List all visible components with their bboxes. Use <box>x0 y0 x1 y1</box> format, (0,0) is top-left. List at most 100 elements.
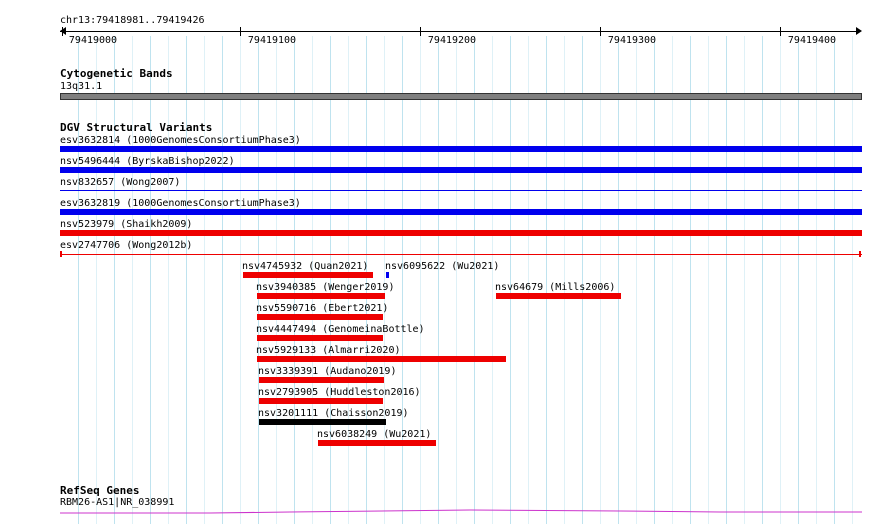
ruler-tick <box>240 27 241 36</box>
grid-line <box>708 36 709 524</box>
grid-line <box>204 36 205 524</box>
variant-label[interactable]: esv3632814 (1000GenomesConsortiumPhase3) <box>60 135 301 146</box>
variant-bar[interactable] <box>259 398 383 404</box>
grid-line <box>546 36 547 524</box>
variant-line[interactable] <box>60 254 862 255</box>
grid-line <box>780 36 781 524</box>
variant-label[interactable]: nsv5496444 (ByrskaBishop2022) <box>60 156 235 167</box>
variant-bar[interactable] <box>257 293 385 299</box>
variant-label[interactable]: nsv4745932 (Quan2021) <box>242 261 368 272</box>
variant-label[interactable]: nsv3339391 (Audano2019) <box>258 366 396 377</box>
grid-line <box>348 36 349 524</box>
grid-line <box>402 36 403 524</box>
variant-label[interactable]: nsv6038249 (Wu2021) <box>317 429 431 440</box>
variant-bar[interactable] <box>257 335 383 341</box>
grid-line <box>582 36 583 524</box>
grid-line <box>420 36 421 524</box>
grid-line <box>474 36 475 524</box>
variant-bar[interactable] <box>259 419 386 425</box>
grid-line <box>240 36 241 524</box>
gene-model-line[interactable] <box>60 507 862 515</box>
grid-line <box>654 36 655 524</box>
grid-line <box>636 36 637 524</box>
variant-bar[interactable] <box>60 167 862 173</box>
ruler-tick <box>600 27 601 36</box>
grid-line <box>834 36 835 524</box>
variant-label[interactable]: nsv832657 (Wong2007) <box>60 177 180 188</box>
grid-line <box>222 36 223 524</box>
grid-line <box>744 36 745 524</box>
ruler-tick-label: 79419300 <box>607 35 657 46</box>
grid-line <box>258 36 259 524</box>
variant-label[interactable]: nsv523979 (Shaikh2009) <box>60 219 192 230</box>
variant-label[interactable]: nsv2793905 (Huddleston2016) <box>258 387 421 398</box>
track-title-refseq: RefSeq Genes <box>60 484 140 497</box>
grid-line <box>816 36 817 524</box>
variant-bar[interactable] <box>60 146 862 152</box>
variant-bar[interactable] <box>257 356 506 362</box>
grid-line <box>186 36 187 524</box>
ruler-axis <box>60 31 860 32</box>
variant-endcap <box>859 251 861 257</box>
ruler-tick <box>420 27 421 36</box>
variant-bar[interactable] <box>259 377 384 383</box>
variant-label[interactable]: nsv5590716 (Ebert2021) <box>256 303 388 314</box>
track-title-dgv: DGV Structural Variants <box>60 121 213 134</box>
ruler-start-tick <box>62 27 63 36</box>
variant-bar[interactable] <box>243 272 373 278</box>
grid-line <box>600 36 601 524</box>
grid-line <box>492 36 493 524</box>
ruler-tick <box>780 27 781 36</box>
ruler-tick-label: 79419400 <box>787 35 837 46</box>
grid-line <box>114 36 115 524</box>
grid-line <box>150 36 151 524</box>
grid-line <box>690 36 691 524</box>
grid-line <box>762 36 763 524</box>
grid-line <box>294 36 295 524</box>
variant-bar[interactable] <box>60 209 862 215</box>
scroll-left-arrow-icon[interactable] <box>60 27 66 35</box>
variant-label[interactable]: nsv6095622 (Wu2021) <box>385 261 499 272</box>
variant-bar[interactable] <box>257 314 383 320</box>
cytoband-bar[interactable] <box>60 93 862 100</box>
grid-line <box>312 36 313 524</box>
grid-line <box>456 36 457 524</box>
ruler-tick-label: 79419000 <box>68 35 118 46</box>
track-title-cytoband: Cytogenetic Bands <box>60 67 173 80</box>
grid-line <box>438 36 439 524</box>
grid-line <box>276 36 277 524</box>
grid-line <box>852 36 853 524</box>
variant-label[interactable]: nsv3201111 (Chaisson2019) <box>258 408 409 419</box>
range-label: chr13:79418981..79419426 <box>60 15 205 26</box>
cytoband-label: 13q31.1 <box>60 81 103 92</box>
variant-label[interactable]: nsv64679 (Mills2006) <box>495 282 615 293</box>
variant-label[interactable]: nsv5929133 (Almarri2020) <box>256 345 401 356</box>
grid-line <box>96 36 97 524</box>
grid-line <box>366 36 367 524</box>
genome-browser: chr13:79418981..79419426 79419000 794191… <box>0 0 890 524</box>
grid-line <box>132 36 133 524</box>
variant-bar[interactable] <box>496 293 621 299</box>
grid-line <box>510 36 511 524</box>
grid-line <box>726 36 727 524</box>
variant-endcap <box>60 251 62 257</box>
grid-line <box>78 36 79 524</box>
variant-bar[interactable] <box>386 272 389 278</box>
scroll-right-arrow-icon[interactable] <box>856 27 862 35</box>
grid-line <box>384 36 385 524</box>
variant-label[interactable]: esv2747706 (Wong2012b) <box>60 240 192 251</box>
grid-line <box>564 36 565 524</box>
grid-line <box>798 36 799 524</box>
ruler-tick-label: 79419100 <box>247 35 297 46</box>
grid-line <box>672 36 673 524</box>
grid-line <box>330 36 331 524</box>
grid-line <box>168 36 169 524</box>
grid-line <box>528 36 529 524</box>
variant-label[interactable]: nsv4447494 (GenomeinaBottle) <box>256 324 425 335</box>
variant-bar[interactable] <box>60 230 862 236</box>
variant-label[interactable]: esv3632819 (1000GenomesConsortiumPhase3) <box>60 198 301 209</box>
variant-label[interactable]: nsv3940385 (Wenger2019) <box>256 282 394 293</box>
variant-bar[interactable] <box>318 440 436 446</box>
variant-line[interactable] <box>60 190 862 191</box>
grid-line <box>618 36 619 524</box>
